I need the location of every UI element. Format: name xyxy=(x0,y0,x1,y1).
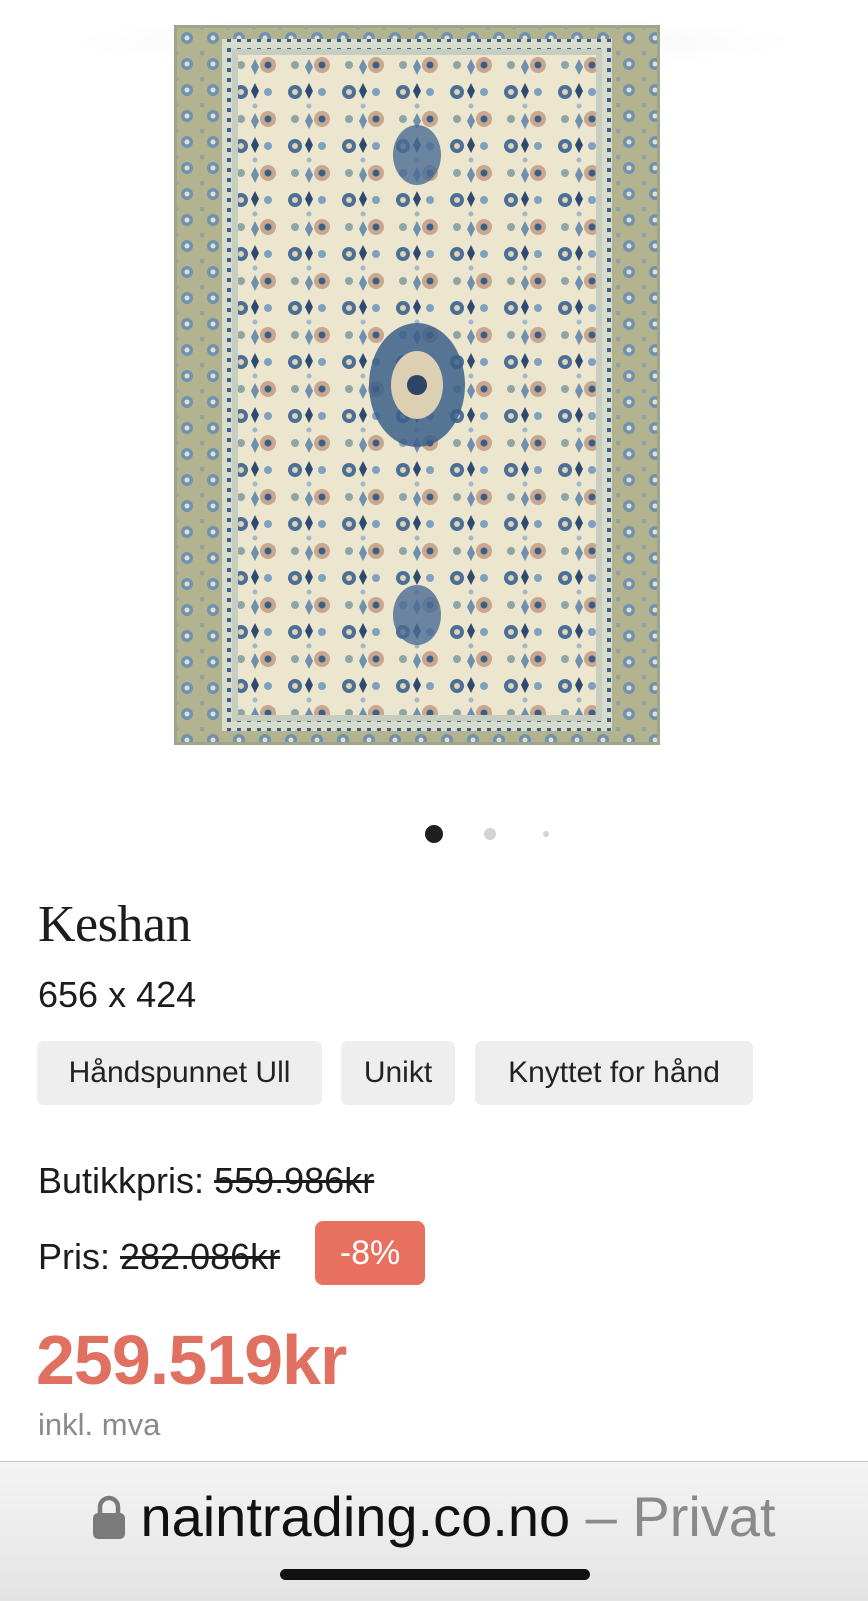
url-domain: naintrading.co.no xyxy=(140,1485,571,1548)
product-title: Keshan xyxy=(38,896,191,953)
price-value: 282.086kr xyxy=(120,1236,281,1277)
private-mode-label: Privat xyxy=(632,1485,776,1548)
price-row: Pris: 282.086kr xyxy=(38,1236,280,1278)
pagination-dot-2[interactable] xyxy=(484,828,496,840)
image-pagination-dots[interactable] xyxy=(0,825,868,845)
sale-price: 259.519kr xyxy=(36,1321,347,1399)
url-display[interactable]: naintrading.co.no – Privat xyxy=(0,1484,868,1549)
tag-handspun-wool: Håndspunnet Ull xyxy=(37,1041,322,1105)
home-indicator[interactable] xyxy=(280,1569,590,1580)
product-dimensions: 656 x 424 xyxy=(38,974,197,1015)
lock-icon xyxy=(92,1488,126,1539)
price-label: Pris: xyxy=(38,1236,110,1277)
tag-hand-knotted: Knyttet for hånd xyxy=(475,1041,753,1105)
product-image-rug[interactable] xyxy=(174,25,660,745)
rug-illustration xyxy=(174,25,660,745)
url-separator: – xyxy=(585,1485,617,1548)
store-price-label: Butikkpris: xyxy=(38,1160,205,1201)
store-price-row: Butikkpris: 559.986kr xyxy=(38,1160,374,1202)
tag-unique: Unikt xyxy=(341,1041,455,1105)
product-image-gallery[interactable] xyxy=(0,0,868,800)
pagination-dot-1[interactable] xyxy=(425,825,443,843)
store-price-value: 559.986kr xyxy=(214,1160,375,1201)
pagination-dot-3[interactable] xyxy=(543,831,549,837)
browser-address-bar[interactable]: naintrading.co.no – Privat xyxy=(0,1461,868,1601)
vat-note: inkl. mva xyxy=(38,1407,161,1442)
discount-badge: -8% xyxy=(315,1221,425,1285)
